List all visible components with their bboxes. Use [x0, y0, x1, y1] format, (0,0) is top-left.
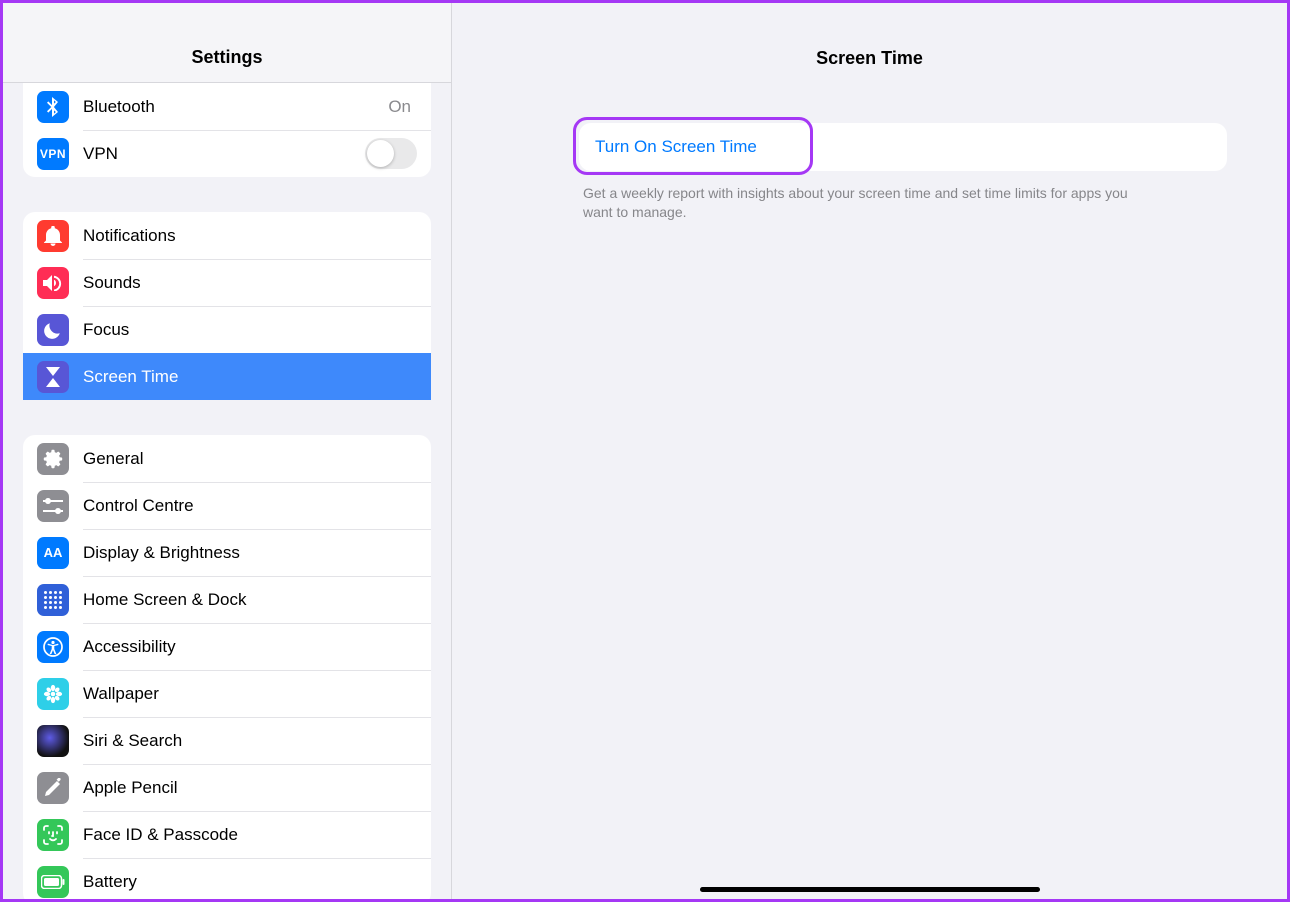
sidebar-item-sounds[interactable]: Sounds	[23, 259, 431, 306]
hourglass-icon	[37, 361, 69, 393]
sidebar-item-control-centre[interactable]: Control Centre	[23, 482, 431, 529]
sidebar-item-screen-time[interactable]: Screen Time	[23, 353, 431, 400]
settings-sidebar: Settings Bluetooth On VPN VPN	[3, 3, 452, 899]
flower-icon	[37, 678, 69, 710]
sidebar-list[interactable]: Bluetooth On VPN VPN Notifications	[3, 83, 451, 899]
bluetooth-icon	[37, 91, 69, 123]
sidebar-item-label: Home Screen & Dock	[83, 590, 417, 610]
detail-pane: Screen Time Turn On Screen Time Get a we…	[452, 3, 1287, 899]
sidebar-item-label: Wallpaper	[83, 684, 417, 704]
sidebar-item-label: Focus	[83, 320, 417, 340]
faceid-icon	[37, 819, 69, 851]
turn-on-screen-time-label: Turn On Screen Time	[595, 137, 757, 157]
siri-icon	[37, 725, 69, 757]
sidebar-item-label: Face ID & Passcode	[83, 825, 417, 845]
settings-group-connectivity: Bluetooth On VPN VPN	[23, 83, 431, 177]
bell-icon	[37, 220, 69, 252]
sidebar-item-label: Bluetooth	[83, 97, 388, 117]
sidebar-item-general[interactable]: General	[23, 435, 431, 482]
sidebar-item-focus[interactable]: Focus	[23, 306, 431, 353]
text-size-icon: AA	[37, 537, 69, 569]
turn-on-screen-time-row[interactable]: Turn On Screen Time	[579, 123, 1227, 171]
moon-icon	[37, 314, 69, 346]
screen-time-helper-text: Get a weekly report with insights about …	[579, 184, 1139, 222]
bluetooth-value: On	[388, 97, 411, 117]
sidebar-item-label: Screen Time	[83, 367, 417, 387]
sidebar-item-label: Siri & Search	[83, 731, 417, 751]
sidebar-item-faceid-passcode[interactable]: Face ID & Passcode	[23, 811, 431, 858]
sidebar-item-label: Control Centre	[83, 496, 417, 516]
app-grid-icon	[37, 584, 69, 616]
vpn-toggle[interactable]	[365, 138, 417, 169]
home-indicator[interactable]	[700, 887, 1040, 892]
sidebar-item-apple-pencil[interactable]: Apple Pencil	[23, 764, 431, 811]
sidebar-item-home-screen[interactable]: Home Screen & Dock	[23, 576, 431, 623]
sidebar-item-vpn[interactable]: VPN VPN	[23, 130, 431, 177]
sidebar-item-siri-search[interactable]: Siri & Search	[23, 717, 431, 764]
speaker-icon	[37, 267, 69, 299]
sidebar-item-label: Battery	[83, 872, 417, 892]
sidebar-item-label: Display & Brightness	[83, 543, 417, 563]
settings-group-attention: Notifications Sounds Focus Screen T	[23, 212, 431, 400]
sidebar-title: Settings	[3, 3, 451, 83]
sidebar-item-display-brightness[interactable]: AA Display & Brightness	[23, 529, 431, 576]
sidebar-item-label: Accessibility	[83, 637, 417, 657]
accessibility-icon	[37, 631, 69, 663]
battery-settings-icon	[37, 866, 69, 898]
vpn-icon: VPN	[37, 138, 69, 170]
sidebar-item-label: Notifications	[83, 226, 417, 246]
sidebar-item-wallpaper[interactable]: Wallpaper	[23, 670, 431, 717]
sidebar-item-label: General	[83, 449, 417, 469]
sliders-icon	[37, 490, 69, 522]
sidebar-item-label: Sounds	[83, 273, 417, 293]
sidebar-item-notifications[interactable]: Notifications	[23, 212, 431, 259]
sidebar-item-accessibility[interactable]: Accessibility	[23, 623, 431, 670]
detail-title: Screen Time	[452, 3, 1287, 83]
settings-group-device: General Control Centre AA Display & Brig…	[23, 435, 431, 899]
gear-icon	[37, 443, 69, 475]
sidebar-item-label: VPN	[83, 144, 365, 164]
pencil-icon	[37, 772, 69, 804]
sidebar-item-battery[interactable]: Battery	[23, 858, 431, 899]
sidebar-item-label: Apple Pencil	[83, 778, 417, 798]
sidebar-item-bluetooth[interactable]: Bluetooth On	[23, 83, 431, 130]
